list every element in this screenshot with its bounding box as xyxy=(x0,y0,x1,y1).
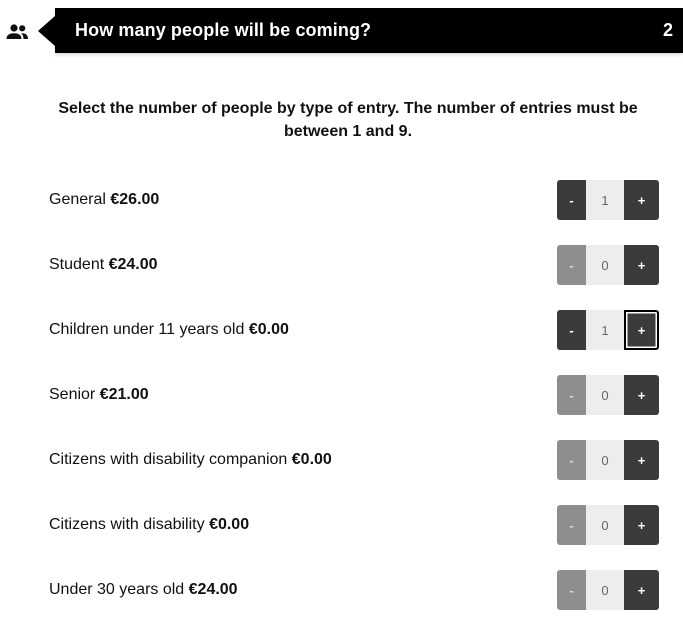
quantity-input[interactable]: 0 xyxy=(586,245,624,285)
people-icon xyxy=(6,24,28,39)
ticket-price: €24.00 xyxy=(188,581,238,598)
step-title: How many people will be coming? xyxy=(75,20,372,40)
ticket-label: Senior €21.00 xyxy=(49,386,149,404)
quantity-input[interactable]: 1 xyxy=(586,310,624,350)
increment-button[interactable]: + xyxy=(624,440,659,480)
quantity-stepper: -0 + xyxy=(557,570,659,610)
quantity-input[interactable]: 0 xyxy=(586,375,624,415)
ticket-row: General €26.00 -1 + xyxy=(0,179,683,221)
decrement-button[interactable]: - xyxy=(557,180,586,220)
decrement-button[interactable]: - xyxy=(557,570,586,610)
ticket-label: Under 30 years old €24.00 xyxy=(49,581,238,599)
decrement-button[interactable]: - xyxy=(557,505,586,545)
ticket-row: Student €24.00 -0 + xyxy=(0,244,683,286)
ticket-row: Senior €21.00 -0 + xyxy=(0,374,683,416)
quantity-input[interactable]: 0 xyxy=(586,505,624,545)
ticket-price: €21.00 xyxy=(99,386,149,403)
ticket-name: General xyxy=(49,191,106,208)
increment-button[interactable]: + xyxy=(624,310,659,350)
step-number: 2 xyxy=(662,20,673,40)
ticket-row: Children under 11 years old €0.00 -1 + xyxy=(0,309,683,351)
quantity-stepper: -0 + xyxy=(557,375,659,415)
increment-button[interactable]: + xyxy=(624,180,659,220)
ticket-row: Under 30 years old €24.00 -0 + xyxy=(0,569,683,611)
ticket-label: Citizens with disability €0.00 xyxy=(49,516,249,534)
quantity-stepper: -0 + xyxy=(557,245,659,285)
decrement-button[interactable]: - xyxy=(557,440,586,480)
increment-button[interactable]: + xyxy=(624,570,659,610)
ticket-name: Student xyxy=(49,256,105,273)
quantity-stepper: -1 + xyxy=(557,180,659,220)
increment-button[interactable]: + xyxy=(624,375,659,415)
step-header: How many people will be coming? 2 xyxy=(55,8,683,53)
decrement-button[interactable]: - xyxy=(557,245,586,285)
ticket-label: General €26.00 xyxy=(49,191,159,209)
decrement-button[interactable]: - xyxy=(557,310,586,350)
quantity-input[interactable]: 0 xyxy=(586,440,624,480)
ticket-label: Citizens with disability companion €0.00 xyxy=(49,451,332,469)
ticket-name: Children under 11 years old xyxy=(49,321,245,338)
ticket-label: Student €24.00 xyxy=(49,256,158,274)
quantity-input[interactable]: 1 xyxy=(586,180,624,220)
quantity-stepper: -0 + xyxy=(557,505,659,545)
quantity-input[interactable]: 0 xyxy=(586,570,624,610)
ticket-row: Citizens with disability €0.00 -0 + xyxy=(0,504,683,546)
ticket-name: Citizens with disability companion xyxy=(49,451,288,468)
ticket-price: €24.00 xyxy=(108,256,158,273)
quantity-stepper: -1 + xyxy=(557,310,659,350)
instructions-text: Select the number of people by type of e… xyxy=(58,100,638,140)
ticket-price: €0.00 xyxy=(209,516,250,533)
ticket-name: Under 30 years old xyxy=(49,581,185,598)
quantity-stepper: -0 + xyxy=(557,440,659,480)
header-pointer xyxy=(38,16,55,46)
ticket-row: Citizens with disability companion €0.00… xyxy=(0,439,683,481)
ticket-label: Children under 11 years old €0.00 xyxy=(49,321,289,339)
increment-button[interactable]: + xyxy=(624,505,659,545)
ticket-price: €0.00 xyxy=(291,451,332,468)
ticket-name: Citizens with disability xyxy=(49,516,205,533)
ticket-name: Senior xyxy=(49,386,96,403)
increment-button[interactable]: + xyxy=(624,245,659,285)
ticket-price: €26.00 xyxy=(110,191,160,208)
decrement-button[interactable]: - xyxy=(557,375,586,415)
ticket-price: €0.00 xyxy=(248,321,289,338)
